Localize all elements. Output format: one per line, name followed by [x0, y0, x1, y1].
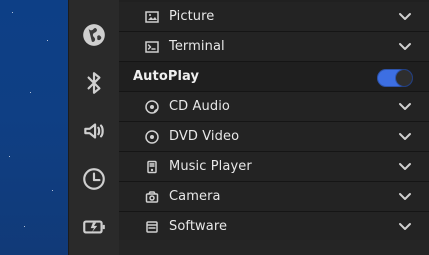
autoplay-row: AutoPlay	[119, 62, 429, 92]
dvd-video-icon	[145, 129, 159, 144]
star	[52, 190, 53, 191]
list-row-label: Camera	[169, 189, 221, 204]
picture-icon	[145, 10, 159, 24]
software-icon	[145, 220, 159, 234]
list-row-dvd-video[interactable]: DVD Video	[119, 122, 429, 152]
defaults-panel: Picture Terminal AutoPlay CD Audio DVD V…	[119, 0, 429, 255]
chevron-down-icon[interactable]	[397, 11, 413, 23]
autoplay-label: AutoPlay	[133, 69, 200, 84]
list-row-picture[interactable]: Picture	[119, 2, 429, 32]
rail-item-network[interactable]	[69, 13, 119, 57]
star	[12, 12, 13, 13]
star	[24, 226, 25, 227]
list-bottom-spacer	[119, 240, 429, 255]
rail-item-bluetooth[interactable]	[69, 61, 119, 105]
chevron-down-icon[interactable]	[397, 161, 413, 173]
settings-category-rail	[68, 0, 120, 255]
chevron-down-icon[interactable]	[397, 221, 413, 233]
toggle-knob	[396, 70, 412, 86]
bluetooth-icon	[87, 72, 101, 94]
rail-item-power[interactable]	[69, 205, 119, 249]
camera-icon	[145, 190, 159, 204]
music-player-icon	[145, 160, 159, 174]
star	[30, 92, 31, 93]
clock-icon	[83, 168, 105, 190]
terminal-icon	[145, 40, 159, 54]
list-row-label: Picture	[169, 9, 215, 24]
list-row-camera[interactable]: Camera	[119, 182, 429, 212]
speaker-icon	[84, 123, 104, 139]
list-row-label: CD Audio	[169, 99, 230, 114]
cd-audio-icon	[145, 99, 159, 114]
battery-icon	[83, 220, 105, 234]
star	[9, 156, 10, 157]
autoplay-toggle[interactable]	[377, 69, 413, 87]
rail-item-sound[interactable]	[69, 109, 119, 153]
chevron-down-icon[interactable]	[397, 101, 413, 113]
globe-icon	[83, 24, 105, 46]
chevron-down-icon[interactable]	[397, 41, 413, 53]
chevron-down-icon[interactable]	[397, 131, 413, 143]
desktop-wallpaper	[0, 0, 68, 255]
list-row-terminal[interactable]: Terminal	[119, 32, 429, 62]
list-row-label: Music Player	[169, 159, 252, 174]
star	[47, 40, 48, 41]
list-row-label: Software	[169, 219, 228, 234]
list-row-cd-audio[interactable]: CD Audio	[119, 92, 429, 122]
list-row-label: Terminal	[169, 39, 225, 54]
list-row-music-player[interactable]: Music Player	[119, 152, 429, 182]
list-row-label: DVD Video	[169, 129, 240, 144]
list-row-software[interactable]: Software	[119, 212, 429, 242]
chevron-down-icon[interactable]	[397, 191, 413, 203]
rail-item-time[interactable]	[69, 157, 119, 201]
